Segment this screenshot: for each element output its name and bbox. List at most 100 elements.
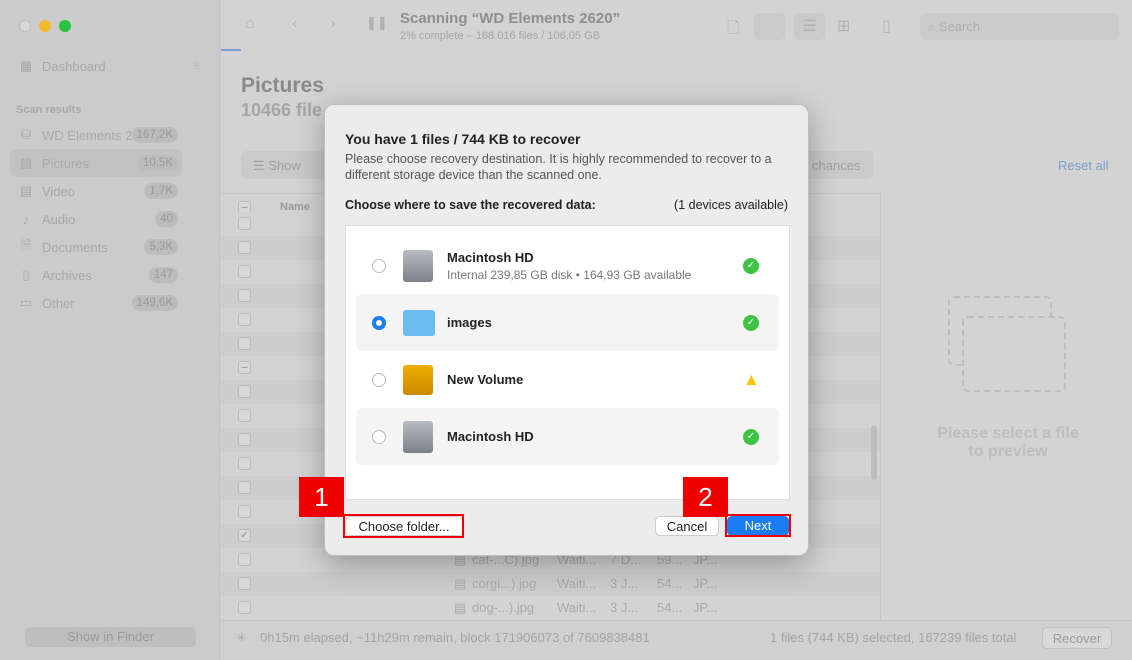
row-checkbox[interactable] [238,241,251,254]
table-row[interactable]: ▤ corgi...).jpg Waiti... 3 J... 54... JP... [221,572,880,596]
row-checkbox[interactable] [238,289,251,302]
grid-icon: ▦ [19,58,33,73]
preview-pane-icon[interactable]: ▯ [882,16,891,36]
check-icon: ✓ [743,257,759,274]
file-name: dog-...).jpg [472,600,535,615]
sidebar-item-other[interactable]: ▭ Other 149,6K [10,289,182,317]
destination-radio[interactable] [372,258,386,273]
row-checkbox[interactable]: ✓ [238,529,251,542]
sidebar-item-dashboard[interactable]: ▦ Dashboard ✳ [10,52,202,80]
search-input[interactable]: ⌕ Search [920,13,1119,40]
selection-summary: 1 files (744 KB) selected, 167239 files … [770,630,1017,645]
recover-button[interactable]: Recover [1042,627,1112,649]
annotation-highlight [343,514,464,538]
row-checkbox[interactable] [238,337,251,350]
spinner-icon: ✳ [236,630,247,645]
search-icon: ⌕ [928,19,939,34]
film-icon: ▤ [19,183,33,198]
row-checkbox[interactable] [238,217,251,230]
hard-drive-icon [403,420,433,453]
file-date: 3 J... [610,576,639,591]
zoom-window-button[interactable] [59,20,71,32]
sidebar: ▦ Dashboard ✳ Scan results ⛁ WD Elements 26… [0,0,220,660]
row-checkbox[interactable] [238,265,251,278]
preview-placeholder-icon [962,316,1066,392]
sidebar-item-pictures[interactable]: ▨ Pictures 10,5K [10,149,182,177]
destination-radio[interactable] [372,429,386,444]
destination-list: Macintosh HD Internal 239,85 GB disk • 16… [345,225,790,500]
progress-bar [221,49,241,51]
list-view-icon[interactable]: ☰ [794,13,825,40]
forward-icon[interactable]: › [330,15,335,33]
file-view-icon[interactable]: 🗋 [727,17,740,44]
page-title: Pictures [241,74,324,97]
show-in-finder-button[interactable]: Show in Finder [25,627,196,647]
reset-all-link[interactable]: Reset all [1058,158,1109,173]
destination-item[interactable]: Macintosh HD ✓ [356,408,779,465]
section-label: Scan results [16,104,82,116]
back-icon[interactable]: ‹ [292,15,297,33]
sliders-icon: ☰ [253,158,269,173]
sidebar-item-wd[interactable]: ⛁ WD Elements 26... 167,2K [10,121,182,149]
spinner-icon: ✳ [191,58,202,73]
file-size: 54... [657,600,683,615]
folder-view-button[interactable] [754,13,785,40]
pause-icon[interactable]: ❚❚ [366,15,388,31]
row-checkbox[interactable] [238,457,251,470]
sidebar-item-audio[interactable]: ♪ Audio 40 [10,205,182,233]
minimize-window-button[interactable] [39,20,51,32]
sidebar-item-documents[interactable]: 🗎 Documents 5,3K [10,233,182,261]
folder-icon [403,309,435,336]
music-icon: ♪ [22,211,30,227]
row-checkbox[interactable] [238,409,251,422]
file-name: corgi...).jpg [472,576,537,591]
row-checkbox[interactable]: – [238,361,251,374]
file-status: Waiti... [557,600,597,615]
recovery-destination-dialog: You have 1 files / 744 KB to recover Ple… [324,104,809,556]
cancel-button[interactable]: Cancel [655,516,719,536]
row-checkbox[interactable] [238,385,251,398]
show-filter-button[interactable]: ☰ Show [241,151,331,179]
close-window-button[interactable] [19,20,31,32]
destination-radio[interactable] [372,372,386,387]
destination-label: Choose where to save the recovered data: [345,198,596,212]
destination-item[interactable]: Macintosh HD Internal 239,85 GB disk • 16… [356,237,779,294]
file-status: Waiti... [557,576,597,591]
home-icon[interactable]: ⌂ [245,15,255,33]
check-icon: ✓ [743,314,759,331]
check-icon: ✓ [743,428,759,445]
destination-item[interactable]: New Volume ▲ [356,351,779,408]
file-icon: ▤ [454,576,467,591]
file-count: 10466 file [241,100,323,120]
sidebar-item-video[interactable]: ▤ Video 1,7K [10,177,182,205]
row-checkbox[interactable] [238,433,251,446]
grid-view-icon[interactable]: ⊞ [837,16,850,36]
table-row[interactable]: ▤ dog-...).jpg Waiti... 3 J... 54... JP... [221,596,880,620]
scan-progress-text: 2% complete – 168 016 files / 106,05 GB [400,30,600,42]
destination-radio[interactable] [372,315,386,330]
row-checkbox[interactable] [238,481,251,494]
row-checkbox[interactable] [238,553,251,566]
hard-drive-icon [403,249,433,282]
row-checkbox[interactable] [238,313,251,326]
scan-status-text: 0h15m elapsed, ~11h29m remain, block 171… [260,630,650,645]
annotation-highlight [725,514,791,537]
dialog-title: You have 1 files / 744 KB to recover [345,131,581,147]
window-title: Scanning “WD Elements 2620” [400,10,621,27]
destination-item[interactable]: images ✓ [356,294,779,351]
scrollbar[interactable] [871,425,877,480]
external-drive-icon [403,364,433,395]
annotation-label-1: 1 [299,477,344,517]
file-icon: ▤ [454,600,467,615]
row-checkbox[interactable] [238,601,251,614]
file-date: 3 J... [610,600,639,615]
sidebar-item-archives[interactable]: ▯ Archives 147 [10,261,182,289]
annotation-label-2: 2 [683,477,728,517]
file-kind: JP... [693,576,718,591]
drive-icon: ⛁ [20,127,32,142]
row-checkbox[interactable] [238,505,251,518]
warning-icon: ▲ [743,369,760,389]
preview-empty-text: Please select a file to preview [937,425,1079,460]
row-checkbox[interactable] [238,577,251,590]
file-size: 54... [657,576,683,591]
